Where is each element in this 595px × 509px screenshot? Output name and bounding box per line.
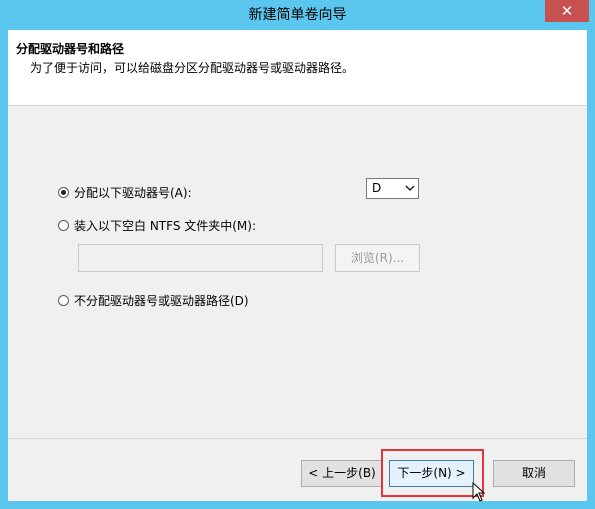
assign-letter-label: 分配以下驱动器号(A): xyxy=(74,186,192,200)
no-assign-option[interactable]: 不分配驱动器号或驱动器路径(D) xyxy=(58,292,249,309)
browse-button[interactable]: 浏览(R)... xyxy=(335,244,420,272)
close-button[interactable]: ✕ xyxy=(545,0,589,22)
next-button-highlight xyxy=(381,449,484,497)
assign-letter-radio[interactable] xyxy=(58,187,69,198)
page-title: 分配驱动器号和路径 xyxy=(16,42,125,56)
no-assign-label: 不分配驱动器号或驱动器路径(D) xyxy=(74,294,249,308)
drive-letter-select[interactable]: D xyxy=(366,178,419,199)
back-button[interactable]: < 上一步(B) xyxy=(301,460,383,487)
wizard-client-area: 分配驱动器号和路径 为了便于访问，可以给磁盘分区分配驱动器号或驱动器路径。 分配… xyxy=(8,30,587,502)
mount-folder-label: 装入以下空白 NTFS 文件夹中(M): xyxy=(74,219,257,233)
assign-letter-option[interactable]: 分配以下驱动器号(A): xyxy=(58,184,192,201)
folder-path-input[interactable] xyxy=(78,244,323,272)
drive-letter-value: D xyxy=(372,181,382,195)
cancel-button[interactable]: 取消 xyxy=(493,460,575,487)
mouse-cursor-icon xyxy=(472,481,486,502)
footer-divider xyxy=(8,438,587,439)
page-description: 为了便于访问，可以给磁盘分区分配驱动器号或驱动器路径。 xyxy=(30,61,355,75)
chevron-down-icon xyxy=(405,180,415,199)
wizard-window: 新建简单卷向导 ✕ 分配驱动器号和路径 为了便于访问，可以给磁盘分区分配驱动器号… xyxy=(0,0,595,509)
mount-folder-option[interactable]: 装入以下空白 NTFS 文件夹中(M): xyxy=(58,217,256,234)
close-icon: ✕ xyxy=(560,2,574,20)
mount-folder-radio[interactable] xyxy=(58,220,69,231)
wizard-header: 分配驱动器号和路径 为了便于访问，可以给磁盘分区分配驱动器号或驱动器路径。 xyxy=(8,30,587,106)
wizard-content: 分配以下驱动器号(A): D 装入以下空白 NTFS 文件夹中(M): 浏览(R… xyxy=(8,106,587,438)
no-assign-radio[interactable] xyxy=(58,295,69,306)
window-title: 新建简单卷向导 xyxy=(248,7,347,23)
title-bar[interactable]: 新建简单卷向导 ✕ xyxy=(0,0,595,30)
